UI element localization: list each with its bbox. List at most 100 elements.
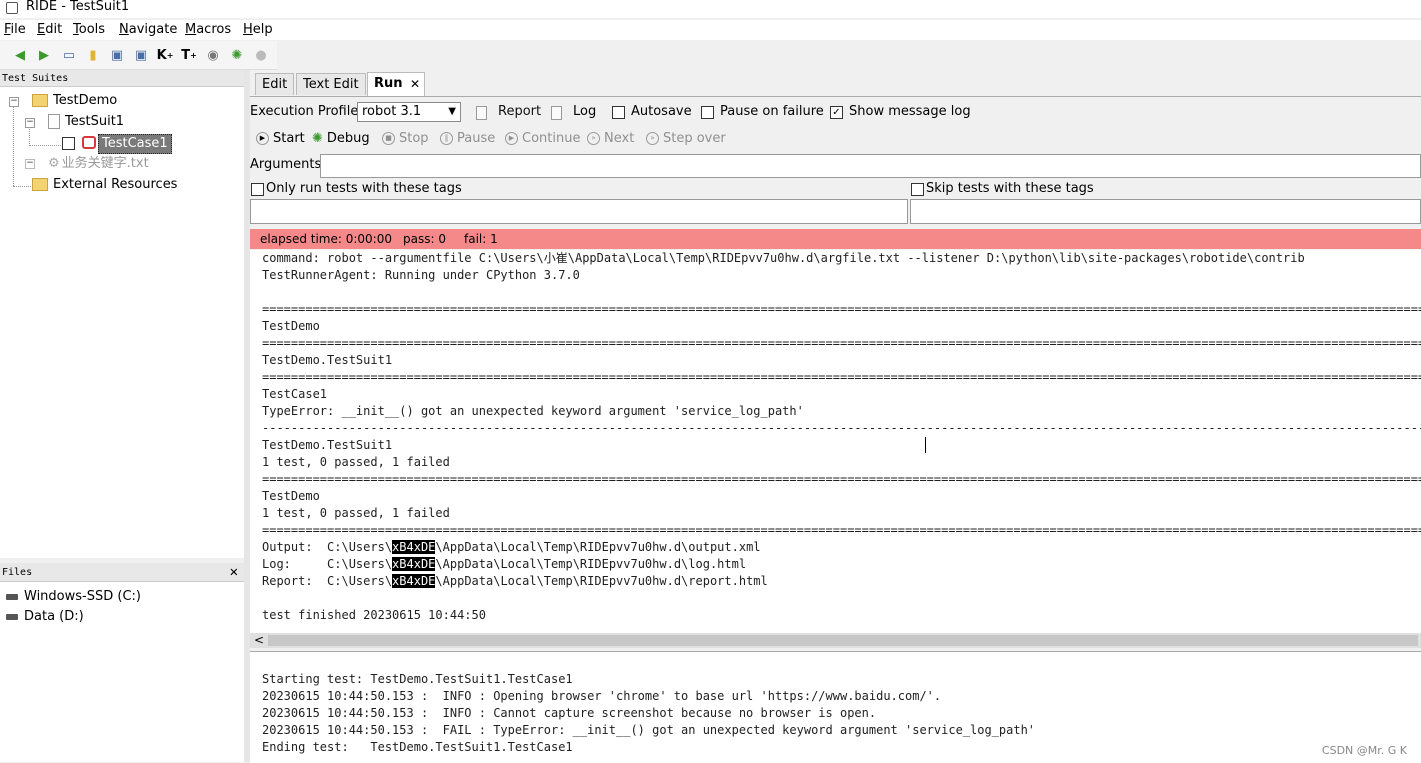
menu-help[interactable]: Help bbox=[243, 22, 273, 37]
execution-profile-select[interactable]: robot 3.1 ▼ bbox=[357, 102, 461, 122]
app-icon bbox=[6, 2, 18, 14]
test-suites-header: Test Suites bbox=[0, 70, 244, 87]
debug-bug-icon[interactable]: ✺ bbox=[229, 47, 245, 63]
only-run-tags-checkbox[interactable] bbox=[251, 183, 264, 196]
menu-file[interactable]: File bbox=[4, 22, 26, 37]
files-panel: Files ✕ Windows-SSD (C:) Data (D:) bbox=[0, 563, 245, 762]
report-doc-icon bbox=[476, 106, 487, 120]
scroll-left-icon[interactable]: < bbox=[254, 633, 264, 648]
menu-navigate[interactable]: Navigate bbox=[119, 22, 177, 37]
drive-item-d[interactable]: Data (D:) bbox=[6, 608, 84, 626]
console-log-path-line: Log: C:\Users\xB4xDE\AppData\Local\Temp\… bbox=[262, 557, 747, 571]
tree-item-resource-file[interactable]: ⚙ 业务关键字.txt bbox=[48, 155, 149, 173]
back-arrow-icon[interactable]: ◀ bbox=[12, 47, 28, 63]
tab-text-edit[interactable]: Text Edit bbox=[296, 73, 366, 95]
save-all-icon[interactable]: ▣ bbox=[133, 47, 149, 63]
close-tab-icon[interactable]: ✕ bbox=[410, 73, 420, 95]
expand-testdemo-toggle[interactable]: − bbox=[9, 97, 19, 107]
file-icon bbox=[48, 114, 60, 129]
console-separator: ========================================… bbox=[262, 302, 1421, 316]
show-message-log-label: Show message log bbox=[849, 104, 971, 119]
pause-icon: ‖ bbox=[440, 132, 453, 145]
message-log[interactable]: Starting test: TestDemo.TestSuit1.TestCa… bbox=[250, 651, 1421, 763]
tree-item-testsuit1[interactable]: TestSuit1 bbox=[48, 113, 124, 131]
pause-button[interactable]: ‖ Pause bbox=[440, 131, 495, 146]
arguments-input[interactable] bbox=[320, 154, 1421, 178]
watermark: CSDN @Mr. G K bbox=[1321, 744, 1407, 757]
scrollbar-thumb[interactable] bbox=[268, 635, 1418, 646]
skip-tags-checkbox[interactable] bbox=[911, 183, 924, 196]
run-controls-row: ▶ Start ✺ Debug ■ Stop ‖ Pause ▶ Continue » Ne… bbox=[250, 128, 1421, 150]
open-folder-icon[interactable]: ▭ bbox=[61, 47, 77, 63]
execution-profile-label: Execution Profile: bbox=[250, 104, 363, 119]
message-log-line: Starting test: TestDemo.TestSuit1.TestCa… bbox=[262, 672, 573, 686]
forward-arrow-icon[interactable]: ▶ bbox=[36, 47, 52, 63]
stop-button[interactable]: ■ Stop bbox=[382, 131, 429, 146]
console-separator: ========================================… bbox=[262, 336, 1421, 350]
new-file-icon[interactable]: ▮ bbox=[85, 47, 101, 63]
step-over-button[interactable]: » Step over bbox=[646, 131, 726, 146]
continue-icon: ▶ bbox=[505, 132, 518, 145]
close-files-icon[interactable]: ✕ bbox=[230, 564, 238, 581]
skip-tags-label: Skip tests with these tags bbox=[926, 181, 1094, 196]
editor-tab-bar: Edit Text Edit Run ✕ bbox=[250, 70, 1421, 97]
elapsed-time: elapsed time: 0:00:00 bbox=[260, 232, 392, 246]
run-circle-icon[interactable]: ◉ bbox=[205, 47, 221, 63]
step-over-icon: » bbox=[646, 132, 659, 145]
console-line: 1 test, 0 passed, 1 failed bbox=[262, 455, 450, 469]
console-line: TypeError: __init__() got an unexpected … bbox=[262, 404, 804, 418]
report-button[interactable]: Report bbox=[498, 104, 541, 119]
console-line: TestDemo.TestSuit1 bbox=[262, 438, 393, 452]
message-log-line: 20230615 10:44:50.153 : FAIL : TypeError… bbox=[262, 723, 1036, 737]
log-button[interactable]: Log bbox=[573, 104, 596, 119]
tree-item-external-resources[interactable]: External Resources bbox=[32, 176, 177, 194]
show-message-log-checkbox[interactable]: ✓ bbox=[830, 106, 843, 119]
console-horizontal-scrollbar[interactable]: < bbox=[250, 633, 1421, 648]
start-button[interactable]: ▶ Start bbox=[256, 131, 305, 146]
debug-button[interactable]: ✺ Debug bbox=[312, 131, 370, 146]
continue-button[interactable]: ▶ Continue bbox=[505, 131, 580, 146]
tree-item-testcase1[interactable]: TestCase1 bbox=[98, 134, 172, 154]
drive-item-c[interactable]: Windows-SSD (C:) bbox=[6, 588, 141, 606]
message-log-line: 20230615 10:44:50.153 : INFO : Cannot ca… bbox=[262, 706, 877, 720]
tab-edit[interactable]: Edit bbox=[255, 73, 295, 95]
menu-macros[interactable]: Macros bbox=[185, 22, 231, 37]
message-log-line: Ending test: TestDemo.TestSuit1.TestCase… bbox=[262, 740, 573, 754]
menu-tools[interactable]: Tools bbox=[73, 22, 105, 37]
console-separator: ----------------------------------------… bbox=[262, 421, 1421, 435]
only-run-tags-label: Only run tests with these tags bbox=[266, 181, 462, 196]
include-tags-input[interactable] bbox=[250, 199, 908, 224]
tree-item-testdemo[interactable]: TestDemo bbox=[32, 92, 117, 110]
exclude-tags-input[interactable] bbox=[910, 199, 1421, 224]
stop-circle-icon[interactable]: ● bbox=[253, 47, 269, 63]
arguments-label: Arguments: bbox=[250, 157, 326, 172]
save-icon[interactable]: ▣ bbox=[109, 47, 125, 63]
console-separator: ========================================… bbox=[262, 523, 1421, 537]
tab-run[interactable]: Run ✕ bbox=[367, 72, 425, 96]
autosave-checkbox[interactable] bbox=[612, 106, 625, 119]
folder-icon bbox=[32, 178, 48, 191]
toolbar: ◀ ▶ ▭ ▮ ▣ ▣ K + T + ◉ ✺ ● bbox=[0, 41, 277, 70]
autosave-label: Autosave bbox=[631, 104, 692, 119]
pause-on-failure-checkbox[interactable] bbox=[701, 106, 714, 119]
console-output[interactable]: command: robot --argumentfile C:\Users\小… bbox=[250, 250, 1421, 633]
test-search-icon[interactable]: T + bbox=[181, 47, 197, 63]
next-icon: » bbox=[587, 132, 600, 145]
console-line: 1 test, 0 passed, 1 failed bbox=[262, 506, 450, 520]
console-line: test finished 20230615 10:44:50 bbox=[262, 608, 486, 622]
console-line: TestCase1 bbox=[262, 387, 328, 401]
console-report-path-line: Report: C:\Users\xB4xDE\AppData\Local\Te… bbox=[262, 574, 768, 588]
expand-resource-toggle[interactable]: − bbox=[25, 159, 35, 169]
console-line: TestDemo bbox=[262, 319, 320, 333]
test-fail-icon bbox=[82, 136, 96, 149]
console-separator: ========================================… bbox=[262, 370, 1421, 384]
menu-edit[interactable]: Edit bbox=[37, 22, 62, 37]
expand-testsuit1-toggle[interactable]: − bbox=[25, 118, 35, 128]
console-line: TestRunnerAgent: Running under CPython 3… bbox=[262, 268, 580, 282]
gear-icon: ⚙ bbox=[48, 156, 60, 171]
drive-icon bbox=[6, 593, 18, 600]
testcase1-checkbox[interactable] bbox=[62, 137, 75, 150]
keyword-search-icon[interactable]: K + bbox=[157, 47, 174, 63]
console-line: TestDemo.TestSuit1 bbox=[262, 353, 393, 367]
next-button[interactable]: » Next bbox=[587, 131, 634, 146]
